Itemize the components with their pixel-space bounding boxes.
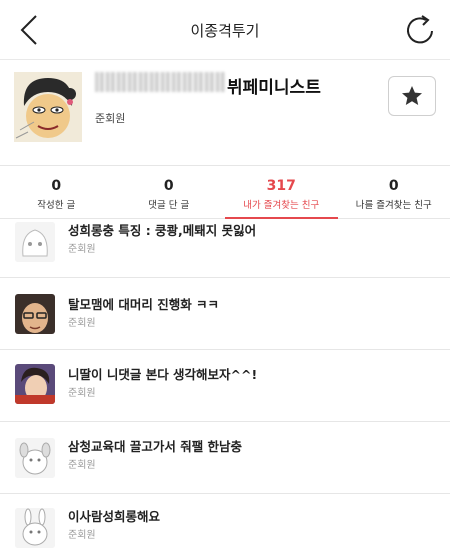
tab-commented-posts[interactable]: 0 댓글 단 글 <box>113 167 226 218</box>
tab-count: 0 <box>388 178 399 194</box>
list-item[interactable]: 삼청교육대 끌고가서 줘팰 한남충 준회원 <box>0 422 450 494</box>
profile-header: 뷔페미니스트 준회원 <box>0 60 450 166</box>
friend-name: 이사람성희롱해요 <box>68 509 161 524</box>
tab-label: 작성한 글 <box>37 200 76 211</box>
list-item[interactable]: 이사람성희롱해요 준회원 <box>0 494 450 557</box>
friend-grade: 준회원 <box>68 244 96 255</box>
tab-written-posts[interactable]: 0 작성한 글 <box>0 167 113 218</box>
friend-name: 성희롱충 특징 : 쿵쾅,메퇘지 못잃어 <box>68 223 257 238</box>
refresh-button[interactable] <box>404 14 436 48</box>
tab-count: 0 <box>51 178 62 194</box>
tab-count: 0 <box>163 178 174 194</box>
star-icon <box>402 86 422 105</box>
friend-grade: 준회원 <box>68 460 96 471</box>
friend-avatar <box>15 294 55 334</box>
list-item[interactable]: 니딸이 니댓글 본다 생각해보자^^! 준회원 <box>0 350 450 422</box>
friend-grade: 준회원 <box>68 318 96 329</box>
friend-grade: 준회원 <box>68 530 96 541</box>
list-item[interactable]: 성희롱충 특징 : 쿵쾅,메퇘지 못잃어 준회원 <box>0 220 450 278</box>
tab-label: 나를 즐겨찾는 친구 <box>355 200 432 211</box>
profile-avatar <box>14 72 82 142</box>
list-item[interactable]: 탈모맴에 대머리 진행화 ㅋㅋ 준회원 <box>0 278 450 350</box>
profile-grade: 준회원 <box>95 112 126 125</box>
tab-label: 내가 즐겨찾는 친구 <box>243 200 320 211</box>
friend-name: 니딸이 니댓글 본다 생각해보자^^! <box>68 367 258 382</box>
friend-avatar <box>15 438 55 478</box>
friend-name: 삼청교육대 끌고가서 줘팰 한남충 <box>68 439 243 454</box>
refresh-icon <box>407 15 433 44</box>
friend-list: 성희롱충 특징 : 쿵쾅,메퇘지 못잃어 준회원 탈모맴에 대머리 진행화 ㅋㅋ… <box>0 220 450 557</box>
friend-avatar <box>15 508 55 548</box>
favorite-button[interactable] <box>388 76 436 116</box>
page-title: 이종격투기 <box>190 22 260 40</box>
activity-tabs: 0 작성한 글 0 댓글 단 글 317 내가 즐겨찾는 친구 0 나를 즐겨찾… <box>0 167 450 219</box>
friend-name: 탈모맴에 대머리 진행화 ㅋㅋ <box>68 297 220 312</box>
friend-grade: 준회원 <box>68 388 96 399</box>
tab-label: 댓글 단 글 <box>148 200 190 211</box>
top-bar: 이종격투기 <box>0 0 450 60</box>
profile-nickname: 뷔페미니스트 <box>227 78 321 98</box>
friend-avatar <box>15 364 55 404</box>
tab-count: 317 <box>266 178 296 194</box>
tab-my-favorite-friends[interactable]: 317 내가 즐겨찾는 친구 <box>225 167 338 219</box>
friend-avatar <box>15 222 55 262</box>
tab-friends-favoriting-me[interactable]: 0 나를 즐겨찾는 친구 <box>338 167 450 218</box>
nickname-redacted <box>95 72 225 92</box>
